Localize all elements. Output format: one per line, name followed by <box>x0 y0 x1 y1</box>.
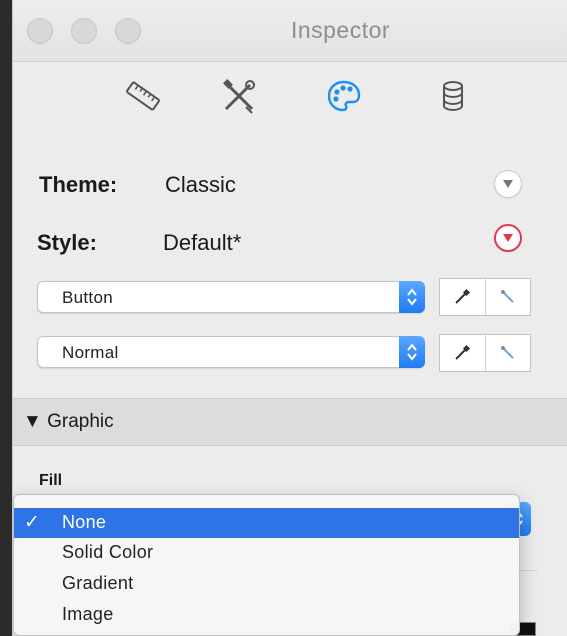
menu-item-label: None <box>62 512 107 532</box>
fill-label: Fill <box>39 472 63 489</box>
menu-item-gradient[interactable]: Gradient <box>14 569 519 599</box>
state-select[interactable]: Normal <box>37 336 425 368</box>
checkmark-icon: ✓ <box>24 512 41 533</box>
eyedropper-apply-button[interactable] <box>484 335 530 371</box>
state-select-value: Normal <box>62 343 119 362</box>
updown-chevron-icon <box>407 288 417 306</box>
state-style-tools <box>439 334 531 372</box>
graphic-section-header[interactable]: ▼ Graphic <box>13 398 567 446</box>
element-select-stepper[interactable] <box>399 281 425 313</box>
menu-item-label: Image <box>62 604 114 624</box>
eyedropper-apply-button[interactable] <box>484 279 530 315</box>
eyedropper-pick-button[interactable] <box>440 279 485 315</box>
menu-item-label: Gradient <box>62 573 134 593</box>
menu-item-image[interactable]: Image <box>14 600 519 630</box>
triangle-down-icon <box>503 234 513 242</box>
palette-icon[interactable] <box>324 76 364 116</box>
style-value: Default* <box>163 230 242 255</box>
triangle-down-icon <box>503 180 513 188</box>
eyedropper-apply-icon <box>500 346 514 359</box>
inspector-window: Inspector Theme: Classic Style: Default*… <box>12 0 567 636</box>
menu-item-label: Solid Color <box>62 542 154 562</box>
eyedropper-pick-button[interactable] <box>440 335 485 371</box>
graphic-section-title: ▼ Graphic <box>23 411 114 432</box>
style-menu-button[interactable] <box>494 224 522 252</box>
theme-value: Classic <box>165 172 236 197</box>
menu-item-solid-color[interactable]: Solid Color <box>14 538 519 568</box>
tools-icon[interactable] <box>219 76 259 116</box>
element-select[interactable]: Button <box>37 281 425 313</box>
window-title: Inspector <box>290 17 391 43</box>
ruler-icon[interactable] <box>123 76 163 116</box>
theme-menu-button[interactable] <box>494 170 522 198</box>
database-icon[interactable] <box>433 76 473 116</box>
style-label: Style: <box>37 230 97 255</box>
element-style-tools <box>439 278 531 316</box>
theme-label: Theme: <box>39 172 118 197</box>
eyedropper-apply-icon <box>500 290 514 303</box>
eyedropper-icon <box>455 288 471 304</box>
fill-dropdown-menu: ✓ None Solid Color Gradient Image <box>13 494 520 636</box>
state-select-stepper[interactable] <box>399 336 425 368</box>
element-select-value: Button <box>62 288 113 307</box>
title-bar[interactable]: Inspector <box>13 0 567 62</box>
updown-chevron-icon <box>407 343 417 361</box>
eyedropper-icon <box>455 344 471 360</box>
menu-item-none[interactable]: ✓ None <box>14 508 519 538</box>
